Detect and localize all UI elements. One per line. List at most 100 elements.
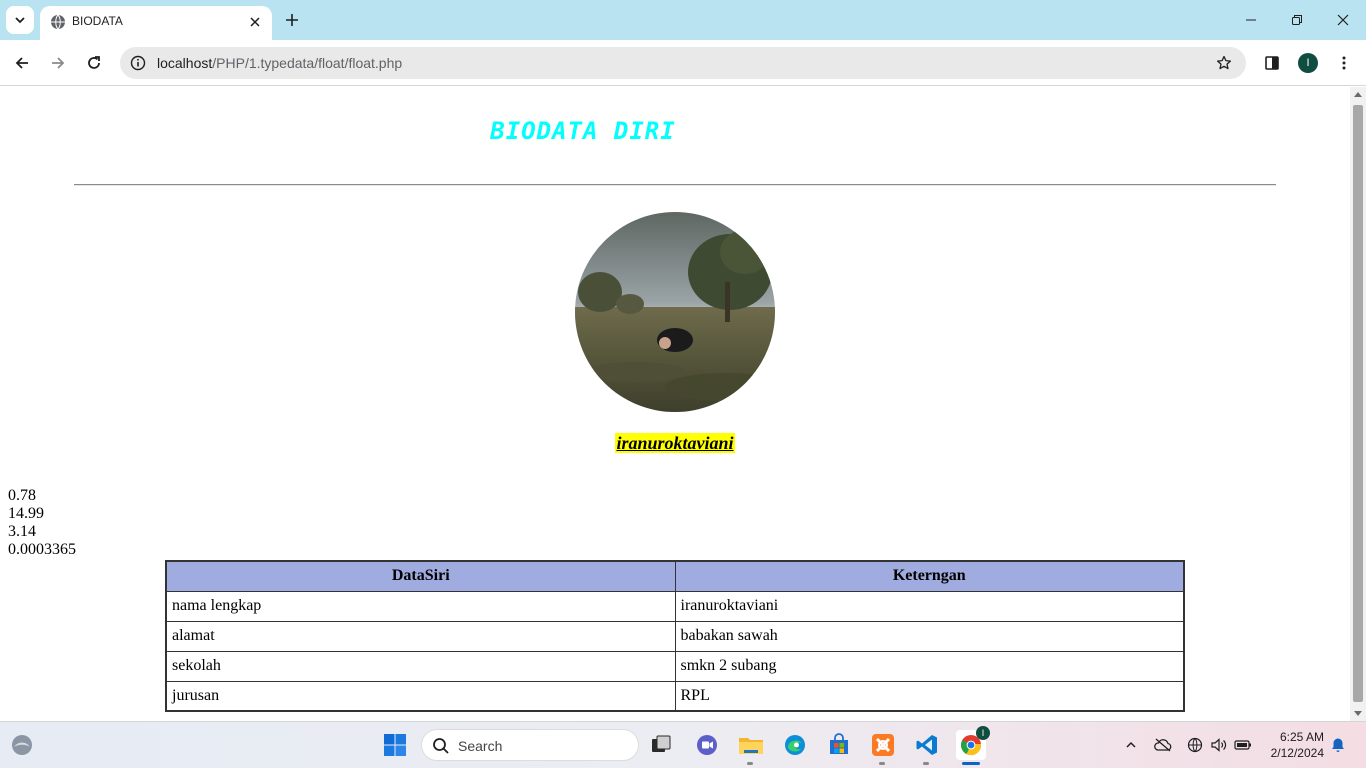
task-view-button[interactable] <box>646 730 676 760</box>
table-row: jurusan RPL <box>165 680 1185 712</box>
table-cell: RPL <box>674 680 1185 712</box>
table-cell: alamat <box>165 620 676 652</box>
show-hidden-icons-button[interactable] <box>1121 735 1141 755</box>
table-cell: iranuroktaviani <box>674 590 1185 622</box>
system-clock[interactable]: 6:25 AM 2/12/2024 <box>1262 729 1324 761</box>
scrollbar-thumb[interactable] <box>1353 105 1363 702</box>
taskbar-search[interactable]: Search <box>421 729 639 761</box>
minimize-button[interactable] <box>1228 0 1274 40</box>
more-vert-icon <box>1342 56 1346 70</box>
battery-icon <box>1234 740 1251 750</box>
store-button[interactable] <box>824 730 854 760</box>
table-cell: jurusan <box>165 680 676 712</box>
float-value: 14.99 <box>8 505 44 522</box>
tab-search-button[interactable] <box>6 6 34 34</box>
site-info-button[interactable] <box>128 53 148 73</box>
profile-avatar[interactable]: I <box>1298 53 1318 73</box>
browser-toolbar: localhost/PHP/1.typedata/float/float.php… <box>0 40 1366 86</box>
task-view-icon <box>652 735 671 752</box>
table-cell: babakan sawah <box>674 620 1185 652</box>
notifications-button[interactable] <box>1328 735 1348 755</box>
vertical-scrollbar[interactable] <box>1350 87 1366 721</box>
bell-icon <box>1332 738 1344 752</box>
table-row: sekolah smkn 2 subang <box>165 650 1185 682</box>
scroll-down-arrow-icon[interactable] <box>1354 711 1362 716</box>
chrome-profile-badge: I <box>976 726 990 740</box>
tab-close-button[interactable] <box>246 13 264 31</box>
minimize-icon <box>1246 19 1256 21</box>
table-cell: nama lengkap <box>165 590 676 622</box>
vscode-button[interactable] <box>912 730 942 765</box>
table-row: nama lengkap iranuroktaviani <box>165 590 1185 622</box>
onedrive-button[interactable] <box>1153 735 1173 755</box>
close-window-button[interactable] <box>1320 0 1366 40</box>
network-button[interactable] <box>1185 735 1205 755</box>
back-button[interactable] <box>8 49 36 77</box>
volume-button[interactable] <box>1209 735 1229 755</box>
weather-icon <box>12 735 32 755</box>
biodata-table: DataSiri Keterngan nama lengkap iranurok… <box>165 560 1185 712</box>
globe-icon <box>51 14 65 30</box>
clock-date: 2/12/2024 <box>1270 746 1324 760</box>
close-icon <box>250 17 260 27</box>
file-explorer-button[interactable] <box>736 730 766 765</box>
reload-button[interactable] <box>80 49 108 77</box>
url-path: /PHP/1.typedata/float/float.php <box>212 55 403 71</box>
side-panel-icon <box>1265 56 1279 70</box>
chrome-button[interactable]: I <box>956 726 990 765</box>
restore-button[interactable] <box>1274 0 1320 40</box>
menu-button[interactable] <box>1330 49 1358 77</box>
battery-button[interactable] <box>1233 735 1253 755</box>
name-text: iranuroktaviani <box>615 433 735 453</box>
windows-logo-icon <box>384 734 406 756</box>
horizontal-rule <box>74 184 1276 186</box>
tab-strip: BIODATA <box>0 0 1366 40</box>
search-icon <box>433 738 449 754</box>
new-tab-button[interactable] <box>280 8 304 32</box>
table-cell: sekolah <box>165 650 676 682</box>
teams-button[interactable] <box>692 730 722 760</box>
chevron-down-icon <box>15 17 25 24</box>
page-title: BIODATA DIRI <box>490 117 676 145</box>
table-row: alamat babakan sawah <box>165 620 1185 652</box>
close-icon <box>1337 14 1349 26</box>
url-text[interactable]: localhost/PHP/1.typedata/float/float.php <box>157 55 402 71</box>
table-header-row: DataSiri Keterngan <box>165 560 1185 592</box>
address-bar[interactable]: localhost/PHP/1.typedata/float/float.php <box>120 47 1246 79</box>
browser-tab[interactable]: BIODATA <box>40 6 272 40</box>
forward-button[interactable] <box>44 49 72 77</box>
windows-taskbar: Search I 6:25 AM 2/12/2024 <box>0 721 1366 768</box>
edge-button[interactable] <box>780 730 810 760</box>
globe-icon <box>1187 737 1203 753</box>
running-indicator <box>747 762 753 765</box>
float-values: 0.78 14.99 3.14 0.0003365 <box>8 487 76 559</box>
restore-icon <box>1292 15 1302 25</box>
arrow-left-icon <box>15 57 28 69</box>
arrow-right-icon <box>52 57 65 69</box>
info-icon <box>130 55 146 71</box>
name-caption: iranuroktaviani <box>0 433 1350 454</box>
column-header-datasiri: DataSiri <box>165 560 676 592</box>
running-indicator <box>923 762 929 765</box>
side-panel-button[interactable] <box>1258 49 1286 77</box>
teams-icon <box>697 735 717 755</box>
url-host: localhost <box>157 55 213 71</box>
widgets-button[interactable] <box>7 730 37 760</box>
bookmark-button[interactable] <box>1214 53 1234 73</box>
start-button[interactable] <box>380 730 410 760</box>
column-header-keterngan: Keterngan <box>674 560 1185 592</box>
xampp-button[interactable] <box>868 730 898 765</box>
table-cell: smkn 2 subang <box>674 650 1185 682</box>
reload-icon <box>88 56 100 69</box>
active-indicator <box>962 762 980 765</box>
clock-time: 6:25 AM <box>1279 730 1324 744</box>
running-indicator <box>879 762 885 765</box>
folder-icon <box>739 738 763 754</box>
page-viewport: BIODATA DIRI iranuroktaviani 0.78 14.99 … <box>0 87 1350 721</box>
tab-title: BIODATA <box>72 14 123 28</box>
float-value: 0.78 <box>8 487 36 504</box>
scroll-up-arrow-icon[interactable] <box>1354 92 1362 97</box>
plus-icon <box>286 14 298 26</box>
vscode-icon <box>916 735 937 755</box>
profile-photo-image <box>575 212 775 412</box>
